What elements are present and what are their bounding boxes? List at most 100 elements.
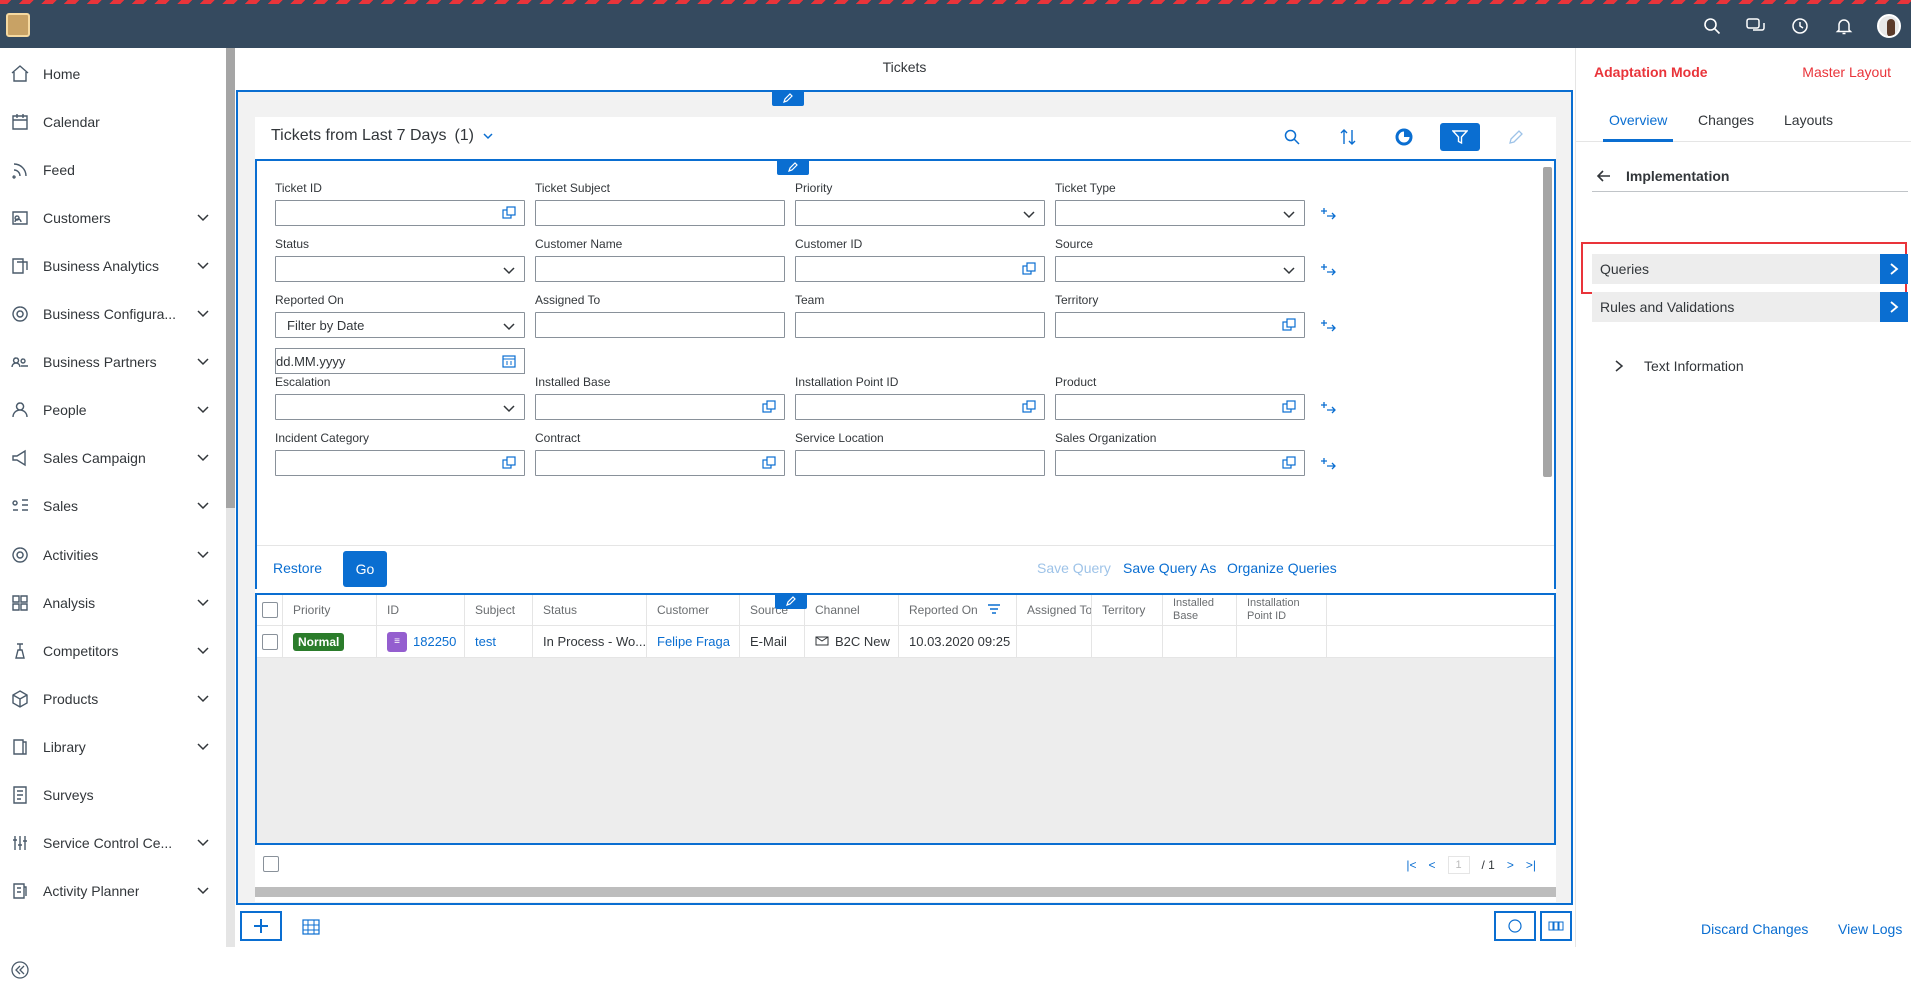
sidebar-item-products[interactable]: Products <box>0 675 226 723</box>
chevron-down-icon[interactable] <box>1282 207 1296 221</box>
add-filter-icon[interactable] <box>1319 206 1337 220</box>
sales-organization-input[interactable] <box>1055 450 1305 476</box>
sidebar-scroll-thumb[interactable] <box>226 48 235 508</box>
source-input[interactable] <box>1055 256 1305 282</box>
sort-icon[interactable] <box>1328 123 1368 151</box>
chevron-right-icon[interactable] <box>1880 254 1908 284</box>
value-help-icon[interactable] <box>1282 318 1296 332</box>
chevron-down-icon[interactable] <box>502 263 516 277</box>
sidebar-item-home[interactable]: Home <box>0 50 226 98</box>
value-help-icon[interactable] <box>762 456 776 470</box>
chat-icon[interactable] <box>1745 15 1767 37</box>
restore-button[interactable]: Restore <box>273 560 322 576</box>
ticket-id-input[interactable] <box>275 200 525 226</box>
value-help-icon[interactable] <box>762 400 776 414</box>
layout-columns-button[interactable] <box>1540 911 1572 941</box>
chevron-down-icon[interactable] <box>196 691 210 705</box>
edit-pencil-icon[interactable] <box>775 593 807 609</box>
chart-icon[interactable] <box>1384 123 1424 151</box>
previous-page-icon[interactable]: < <box>1429 858 1436 872</box>
chevron-down-icon[interactable] <box>196 547 210 561</box>
chevron-down-icon[interactable] <box>196 402 210 416</box>
back-arrow-icon[interactable] <box>1594 166 1614 186</box>
value-help-icon[interactable] <box>1282 456 1296 470</box>
implementation-header[interactable]: Implementation <box>1592 160 1908 192</box>
chevron-down-icon[interactable] <box>196 498 210 512</box>
chevron-down-icon[interactable] <box>502 319 516 333</box>
company-logo[interactable] <box>6 13 30 37</box>
add-filter-icon[interactable] <box>1319 318 1337 332</box>
sidebar-item-business-analytics[interactable]: Business Analytics <box>0 242 226 290</box>
grid-icon[interactable] <box>302 919 320 935</box>
add-filter-icon[interactable] <box>1319 456 1337 470</box>
sidebar-scrollbar[interactable] <box>226 48 235 947</box>
collapse-sidebar-icon[interactable] <box>10 960 30 980</box>
query-selector[interactable]: Tickets from Last 7 Days (1) <box>271 127 494 145</box>
territory-input[interactable] <box>1055 312 1305 338</box>
value-help-icon[interactable] <box>502 456 516 470</box>
chevron-down-icon[interactable] <box>1282 263 1296 277</box>
page-input[interactable]: 1 <box>1447 856 1470 874</box>
team-input[interactable] <box>795 312 1045 338</box>
rules-validations-item[interactable]: Rules and Validations <box>1592 292 1908 322</box>
tab-layouts[interactable]: Layouts <box>1784 112 1833 128</box>
chevron-down-icon[interactable] <box>196 306 210 320</box>
column-header-installed-base[interactable]: Installed Base <box>1163 595 1237 625</box>
table-row[interactable]: Normal ≡ 182250 test In Process - Wo... Felip… <box>257 626 1554 658</box>
sidebar-item-sales-campaign[interactable]: Sales Campaign <box>0 434 226 482</box>
customer-link[interactable]: Felipe Fraga <box>657 634 730 649</box>
search-icon[interactable] <box>1701 15 1723 37</box>
go-button[interactable]: Go <box>343 551 387 587</box>
contract-input[interactable] <box>535 450 785 476</box>
chevron-down-icon[interactable] <box>196 835 210 849</box>
date-input[interactable]: dd.MM.yyyy <box>275 348 525 374</box>
chevron-right-icon[interactable] <box>1880 292 1908 322</box>
value-help-icon[interactable] <box>1022 400 1036 414</box>
product-input[interactable] <box>1055 394 1305 420</box>
text-information-item[interactable]: Text Information <box>1612 358 1744 374</box>
sidebar-item-business-partners[interactable]: Business Partners <box>0 338 226 386</box>
sidebar-item-feed[interactable]: Feed <box>0 146 226 194</box>
add-filter-icon[interactable] <box>1319 400 1337 414</box>
filter-scrollbar[interactable] <box>1543 167 1552 477</box>
edit-icon[interactable] <box>1496 123 1536 151</box>
chevron-down-icon[interactable] <box>1022 207 1036 221</box>
column-header-subject[interactable]: Subject <box>465 595 533 625</box>
sidebar-item-business-configura[interactable]: Business Configura... <box>0 290 226 338</box>
sidebar-item-analysis[interactable]: Analysis <box>0 579 226 627</box>
installed-base-input[interactable] <box>535 394 785 420</box>
filter-icon[interactable] <box>1440 123 1480 151</box>
organize-queries-button[interactable]: Organize Queries <box>1227 560 1337 576</box>
master-layout-link[interactable]: Master Layout <box>1802 64 1891 80</box>
sidebar-item-customers[interactable]: Customers <box>0 194 226 242</box>
column-header-assigned-to[interactable]: Assigned To <box>1017 595 1092 625</box>
sidebar-item-calendar[interactable]: Calendar <box>0 98 226 146</box>
customer-name-input[interactable] <box>535 256 785 282</box>
column-header-channel[interactable]: Channel <box>805 595 899 625</box>
select-all-checkbox[interactable] <box>263 856 279 872</box>
sidebar-item-competitors[interactable]: Competitors <box>0 627 226 675</box>
column-header-customer[interactable]: Customer <box>647 595 740 625</box>
chevron-down-icon[interactable] <box>196 643 210 657</box>
chevron-down-icon[interactable] <box>502 401 516 415</box>
column-filter-icon[interactable] <box>987 603 1001 618</box>
edit-pencil-icon[interactable] <box>777 159 809 175</box>
column-header-territory[interactable]: Territory <box>1092 595 1163 625</box>
clock-icon[interactable] <box>1789 15 1811 37</box>
ticket-subject-input[interactable] <box>535 200 785 226</box>
calendar-icon[interactable] <box>502 354 516 371</box>
bell-icon[interactable] <box>1833 15 1855 37</box>
sidebar-item-activities[interactable]: Activities <box>0 531 226 579</box>
table-horizontal-scrollbar[interactable] <box>255 887 1556 897</box>
subject-link[interactable]: test <box>475 634 496 649</box>
column-header-priority[interactable]: Priority <box>283 595 377 625</box>
chevron-down-icon[interactable] <box>196 258 210 272</box>
layout-edit-button[interactable] <box>1494 911 1536 941</box>
column-header-id[interactable]: ID <box>377 595 465 625</box>
chevron-down-icon[interactable] <box>196 883 210 897</box>
sidebar-item-library[interactable]: Library <box>0 723 226 771</box>
discard-changes-button[interactable]: Discard Changes <box>1701 921 1808 937</box>
sidebar-item-activity-planner[interactable]: Activity Planner <box>0 867 226 915</box>
chevron-down-icon[interactable] <box>196 595 210 609</box>
first-page-icon[interactable]: |< <box>1406 858 1416 872</box>
